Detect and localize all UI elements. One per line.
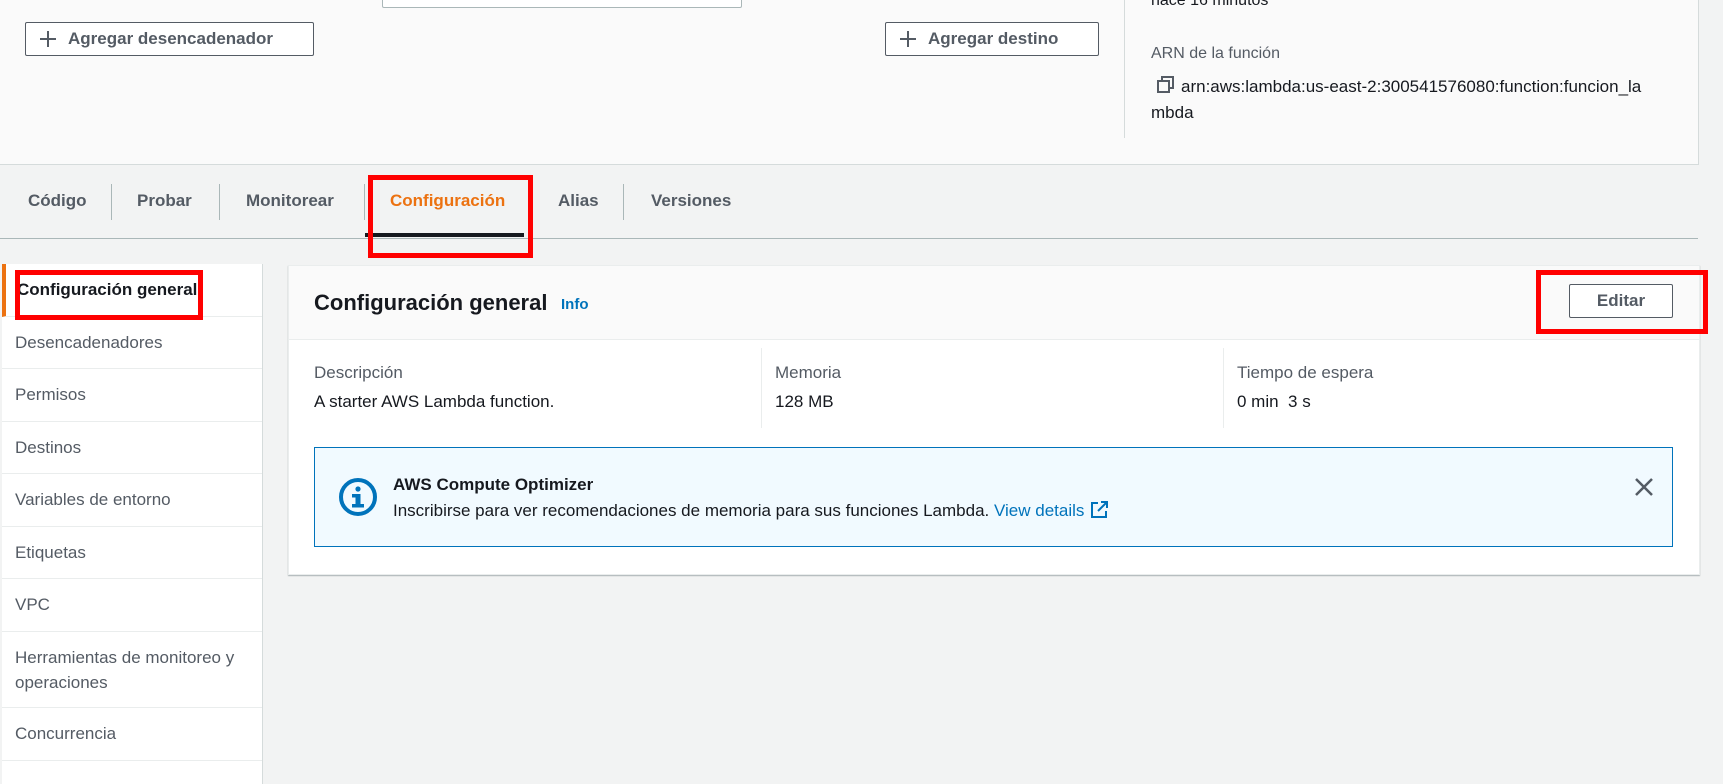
field-divider	[1223, 348, 1224, 428]
info-circle-icon	[339, 478, 377, 516]
menu-item-label: VPC	[15, 595, 50, 614]
add-destination-label: Agregar destino	[928, 29, 1059, 48]
menu-item-environment-variables[interactable]: Variables de entorno	[2, 474, 262, 527]
menu-item-vpc[interactable]: VPC	[2, 579, 262, 632]
highlight-box-configuration-tab	[368, 175, 533, 258]
menu-item-label: Variables de entorno	[15, 490, 171, 509]
alert-title: AWS Compute Optimizer	[393, 475, 594, 494]
menu-item-label: Concurrencia	[15, 724, 117, 743]
description-value: A starter AWS Lambda function.	[314, 392, 555, 411]
arn-value-continued: mbda	[1151, 103, 1194, 122]
menu-item-concurrency[interactable]: Concurrencia	[2, 708, 262, 761]
highlight-box-edit-button	[1536, 270, 1708, 334]
view-details-link[interactable]: View details	[993, 501, 1109, 520]
field-divider	[761, 348, 762, 428]
alert-body: Inscribirse para ver recomendaciones de …	[393, 501, 1109, 521]
memory-value: 128 MB	[775, 392, 834, 411]
last-modified-value: hace 16 minutos	[1151, 0, 1269, 9]
timeout-label: Tiempo de espera	[1237, 363, 1374, 382]
function-box-stub	[382, 0, 742, 8]
menu-item-label: Permisos	[15, 385, 86, 404]
tab-separator	[219, 184, 220, 220]
tab-separator	[364, 184, 365, 220]
tab-separator	[623, 184, 624, 220]
view-details-label: View details	[993, 501, 1085, 520]
timeout-value: 0 min 3 s	[1237, 392, 1311, 411]
arn-value: arn:aws:lambda:us-east-2:300541576080:fu…	[1181, 77, 1642, 96]
info-link[interactable]: Info	[561, 296, 589, 313]
tab-versions[interactable]: Versiones	[651, 172, 731, 238]
add-destination-button[interactable]: Agregar destino	[885, 22, 1099, 56]
memory-label: Memoria	[775, 363, 842, 382]
plus-icon	[900, 31, 916, 47]
menu-item-triggers[interactable]: Desencadenadores	[2, 317, 262, 369]
function-designer-panel: Agregar desencadenador Agregar destino h…	[0, 0, 1699, 165]
plus-icon	[40, 31, 56, 47]
tab-code[interactable]: Código	[28, 172, 87, 238]
tab-monitor[interactable]: Monitorear	[246, 172, 334, 238]
close-icon[interactable]	[1633, 476, 1655, 498]
compute-optimizer-alert: AWS Compute Optimizer Inscribirse para v…	[314, 447, 1673, 547]
menu-item-permissions[interactable]: Permisos	[2, 369, 262, 422]
arn-label: ARN de la función	[1151, 45, 1280, 62]
add-trigger-label: Agregar desencadenador	[68, 29, 274, 48]
tab-alias[interactable]: Alias	[558, 172, 599, 238]
alert-message: Inscribirse para ver recomendaciones de …	[393, 501, 990, 520]
menu-item-monitoring-tools[interactable]: Herramientas de monitoreo y operaciones	[2, 632, 262, 708]
tab-bar: Código Probar Monitorear Configuración A…	[0, 172, 1698, 239]
description-label: Descripción	[314, 363, 403, 382]
tab-separator	[111, 184, 112, 220]
panel-title: Configuración general	[314, 290, 548, 315]
config-side-menu: Configuración general Desencadenadores P…	[2, 264, 263, 784]
menu-item-label: Destinos	[15, 437, 82, 457]
menu-item-label: Etiquetas	[15, 542, 86, 562]
menu-item-destinations[interactable]: Destinos	[2, 422, 262, 474]
add-trigger-button[interactable]: Agregar desencadenador	[25, 22, 314, 56]
divider	[1124, 0, 1125, 138]
menu-item-label: Desencadenadores	[15, 332, 163, 352]
menu-item-label: Herramientas de monitoreo y operaciones	[15, 647, 235, 692]
copy-icon[interactable]	[1157, 76, 1174, 93]
menu-item-tags[interactable]: Etiquetas	[2, 527, 262, 579]
general-configuration-panel: Configuración general Info Editar Descri…	[288, 265, 1700, 575]
tab-test[interactable]: Probar	[137, 172, 192, 238]
highlight-box-general-configuration	[15, 270, 203, 320]
external-link-icon	[1091, 501, 1109, 518]
